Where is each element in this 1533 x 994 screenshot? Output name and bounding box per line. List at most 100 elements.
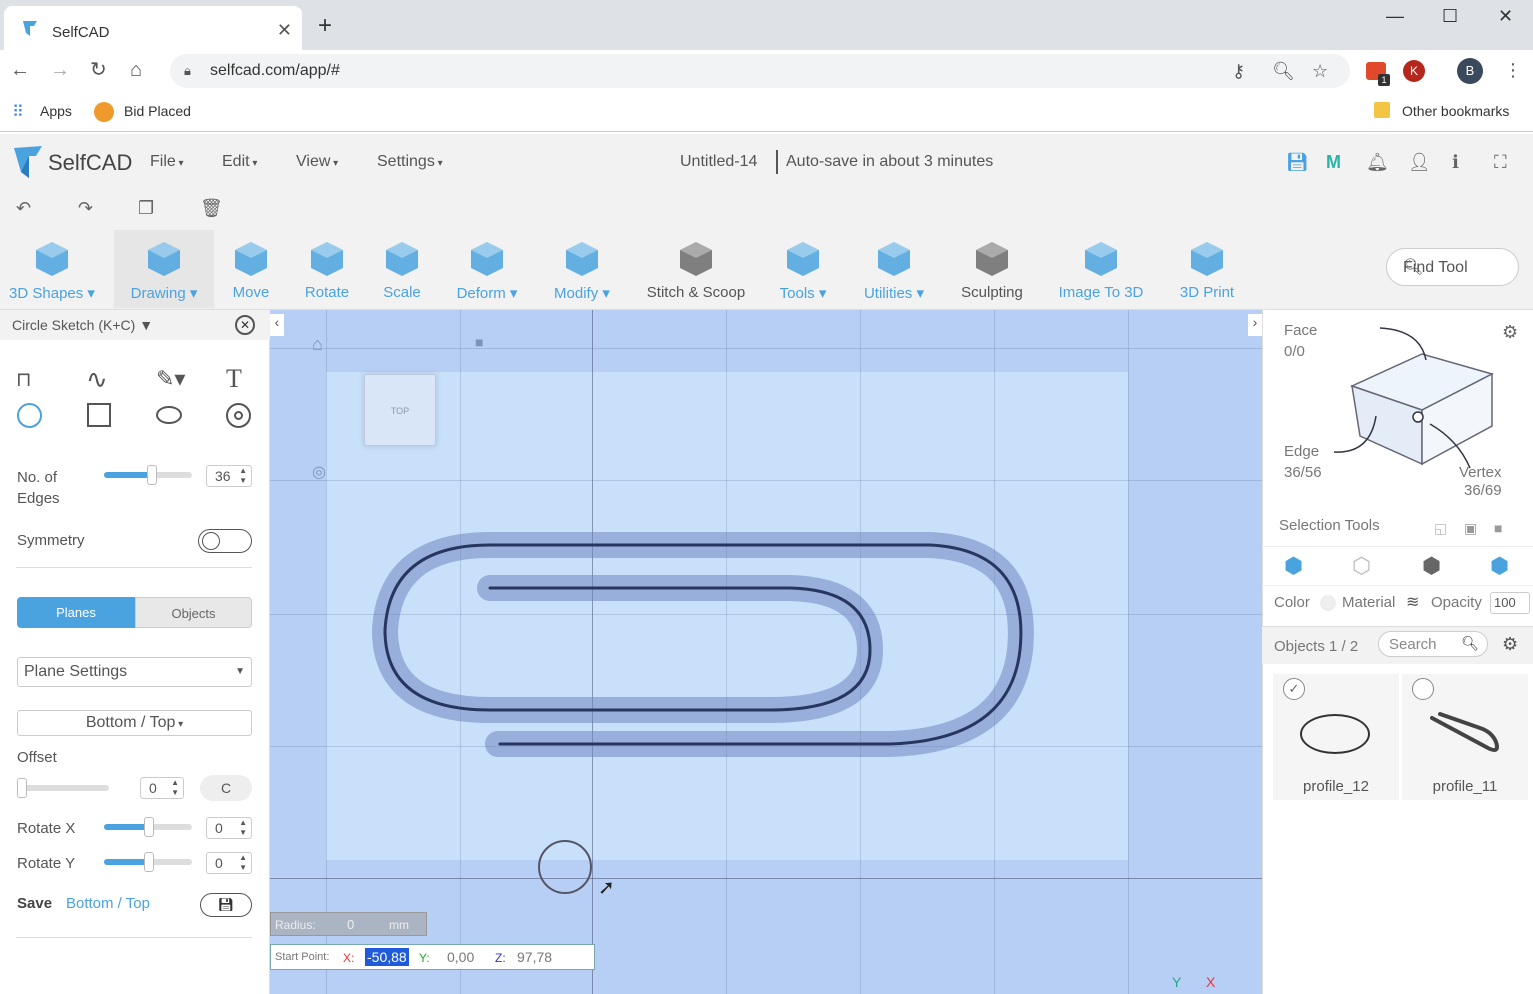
pen-tool-icon[interactable]: ✎▾ bbox=[156, 366, 185, 392]
forward-icon[interactable]: → bbox=[50, 60, 70, 80]
object-card[interactable]: ✓ profile_12 bbox=[1273, 674, 1399, 800]
objects-gear-icon[interactable]: ⚙ bbox=[1502, 634, 1518, 655]
rotate-x-input[interactable]: 0 ▲ ▼ bbox=[206, 817, 252, 839]
y-value[interactable]: 0,00 bbox=[447, 949, 474, 965]
tool-stitch-scoop[interactable]: Stitch & Scoop bbox=[636, 230, 756, 308]
user-icon[interactable]: 👤︎ bbox=[1408, 152, 1431, 173]
tool-tools[interactable]: Tools ▾ bbox=[766, 230, 840, 308]
maximize-icon[interactable]: ☐ bbox=[1442, 6, 1458, 27]
tab-planes[interactable]: Planes bbox=[17, 597, 135, 628]
collapse-left-icon[interactable]: ‹ bbox=[270, 314, 284, 336]
navigation-cube[interactable]: TOP bbox=[364, 374, 436, 446]
bell-icon[interactable]: 🔔︎ bbox=[1366, 152, 1389, 173]
menu-edit[interactable]: Edit ▾ bbox=[222, 153, 257, 171]
plane-settings-dropdown[interactable]: Plane Settings ▼ bbox=[17, 657, 252, 687]
find-tool-input[interactable]: Find Tool 🔍︎ bbox=[1386, 248, 1519, 286]
menu-settings[interactable]: Settings ▾ bbox=[377, 153, 443, 171]
rotate-y-slider[interactable] bbox=[104, 852, 192, 872]
save-plane-button[interactable]: 💾︎ bbox=[200, 893, 252, 917]
offset-reset-icon[interactable]: C bbox=[200, 775, 252, 801]
bookmark-apps[interactable]: Apps bbox=[40, 103, 72, 119]
tab-close-icon[interactable]: ✕ bbox=[277, 20, 292, 41]
copy-icon[interactable]: ❐ bbox=[138, 198, 154, 219]
menu-view[interactable]: View ▾ bbox=[296, 153, 338, 171]
radius-input[interactable]: Radius: 0 mm bbox=[270, 912, 427, 936]
menu-file[interactable]: File ▾ bbox=[150, 153, 184, 171]
edges-slider[interactable] bbox=[104, 465, 192, 485]
tool-3d-shapes[interactable]: 3D Shapes ▾ bbox=[0, 230, 104, 308]
tool-3d-print[interactable]: 3D Print bbox=[1168, 230, 1246, 308]
start-point-input[interactable]: Start Point: X: -50,88 Y: 0,00 Z: 97,78 bbox=[270, 944, 595, 970]
text-tool-icon[interactable]: T bbox=[226, 366, 242, 392]
select-edge-icon[interactable]: ⬢ bbox=[1422, 553, 1448, 579]
redo-icon[interactable]: ↷ bbox=[78, 198, 93, 219]
offset-slider[interactable] bbox=[17, 778, 109, 798]
ring-tool-icon[interactable] bbox=[226, 403, 251, 428]
tool-rotate[interactable]: Rotate bbox=[290, 230, 364, 308]
back-icon[interactable]: ← bbox=[10, 60, 30, 80]
extension-icon[interactable]: 1 bbox=[1366, 62, 1390, 86]
tab-objects[interactable]: Objects bbox=[135, 597, 252, 628]
save-icon[interactable]: 💾︎ bbox=[1286, 152, 1309, 173]
rectangle-tool-icon[interactable] bbox=[87, 403, 111, 427]
tool-scale[interactable]: Scale bbox=[370, 230, 434, 308]
paperclip-model[interactable] bbox=[370, 520, 1050, 770]
panel-close-icon[interactable]: ✕ bbox=[235, 315, 255, 335]
select-object-icon[interactable]: ⬢ bbox=[1284, 553, 1310, 579]
bookmark-other[interactable]: Other bookmarks bbox=[1402, 103, 1509, 119]
tool-sculpting[interactable]: Sculpting bbox=[950, 230, 1034, 308]
plane-view-dropdown[interactable]: Bottom / Top ▾ bbox=[17, 710, 252, 736]
collapse-right-icon[interactable]: › bbox=[1248, 314, 1262, 336]
home-icon[interactable]: ⌂ bbox=[130, 60, 142, 80]
select-solid-icon[interactable]: ■ bbox=[1494, 520, 1502, 536]
tool-drawing[interactable]: Drawing ▾ bbox=[114, 230, 214, 308]
tool-image-to-3d[interactable]: Image To 3D bbox=[1050, 230, 1152, 308]
m-icon[interactable]: M bbox=[1326, 152, 1341, 173]
tool-modify[interactable]: Modify ▾ bbox=[542, 230, 622, 308]
rotate-x-slider[interactable] bbox=[104, 817, 192, 837]
edges-input[interactable]: 36 ▲ ▼ bbox=[206, 465, 252, 487]
slider-knob[interactable] bbox=[17, 778, 27, 798]
perspective-icon[interactable]: ◎ bbox=[312, 462, 326, 482]
material-icon[interactable]: ≋ bbox=[1406, 592, 1419, 612]
home-view-icon[interactable]: ⌂ bbox=[312, 334, 323, 355]
select-vertex-icon[interactable]: ⬢ bbox=[1490, 553, 1516, 579]
omnibox[interactable]: 🔒︎ selfcad.com/app/# ⚷ 🔍︎ ☆ bbox=[170, 54, 1350, 88]
undo-icon[interactable]: ↶ bbox=[16, 198, 31, 219]
rotate-y-input[interactable]: 0 ▲ ▼ bbox=[206, 852, 252, 874]
info-icon[interactable]: ℹ bbox=[1452, 152, 1459, 173]
close-window-icon[interactable]: ✕ bbox=[1498, 6, 1513, 27]
fullscreen-icon[interactable]: ⛶ bbox=[1494, 152, 1507, 173]
view-mode-icon[interactable]: ■ bbox=[475, 334, 483, 350]
color-swatch[interactable] bbox=[1320, 595, 1336, 611]
document-title[interactable]: Untitled-14 bbox=[680, 153, 757, 171]
symmetry-toggle[interactable] bbox=[198, 529, 252, 553]
slider-knob[interactable] bbox=[144, 817, 154, 837]
3d-viewport[interactable]: ⌂ ■ ◎ TOP ➚ Radius: 0 mm Start Point: X:… bbox=[270, 310, 1262, 994]
zoom-icon[interactable]: 🔍︎ bbox=[1272, 61, 1295, 82]
reload-icon[interactable]: ↻ bbox=[90, 60, 107, 80]
object-check-icon[interactable] bbox=[1412, 678, 1434, 700]
save-target-link[interactable]: Bottom / Top bbox=[66, 895, 150, 912]
curve-icon[interactable]: ∿ bbox=[86, 366, 108, 392]
star-icon[interactable]: ☆ bbox=[1312, 61, 1328, 82]
select-face-icon[interactable]: ⬡ bbox=[1352, 553, 1378, 579]
select-cursor-icon[interactable]: ◱ bbox=[1434, 520, 1447, 537]
tool-deform[interactable]: Deform ▾ bbox=[440, 230, 534, 308]
object-check-icon[interactable]: ✓ bbox=[1283, 678, 1305, 700]
extension-k-icon[interactable]: K bbox=[1403, 60, 1425, 82]
circle-tool-icon[interactable] bbox=[17, 403, 42, 428]
minimize-icon[interactable]: — bbox=[1386, 6, 1404, 27]
tool-utilities[interactable]: Utilities ▾ bbox=[852, 230, 936, 308]
bookmark-bid-placed[interactable]: Bid Placed bbox=[124, 103, 191, 119]
new-tab-icon[interactable]: + bbox=[318, 14, 332, 38]
delete-icon[interactable]: 🗑︎ bbox=[200, 198, 223, 219]
slider-knob[interactable] bbox=[144, 852, 154, 872]
offset-input[interactable]: 0 ▲ ▼ bbox=[140, 777, 184, 799]
profile-avatar[interactable]: B bbox=[1457, 58, 1483, 84]
objects-search-input[interactable]: Search 🔍︎ bbox=[1378, 631, 1488, 657]
tool-move[interactable]: Move bbox=[218, 230, 284, 308]
object-card[interactable]: profile_11 bbox=[1402, 674, 1528, 800]
opacity-input[interactable]: 100 bbox=[1490, 592, 1530, 614]
polyline-icon[interactable]: ⊓ bbox=[16, 367, 32, 393]
